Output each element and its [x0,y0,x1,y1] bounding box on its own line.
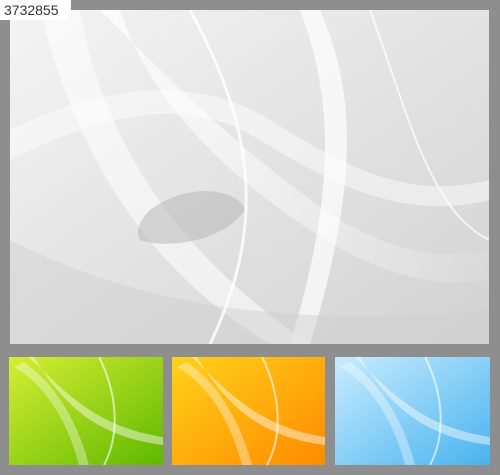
silver-wave-background [10,10,489,344]
green-wave-graphic [9,357,163,465]
silver-wave-graphic [10,10,489,344]
green-wave-background [9,357,163,465]
blue-wave-graphic [335,357,490,465]
stock-id-label: 3732855 [0,0,71,20]
orange-wave-background [172,357,325,465]
orange-wave-graphic [172,357,325,465]
blue-wave-background [335,357,490,465]
